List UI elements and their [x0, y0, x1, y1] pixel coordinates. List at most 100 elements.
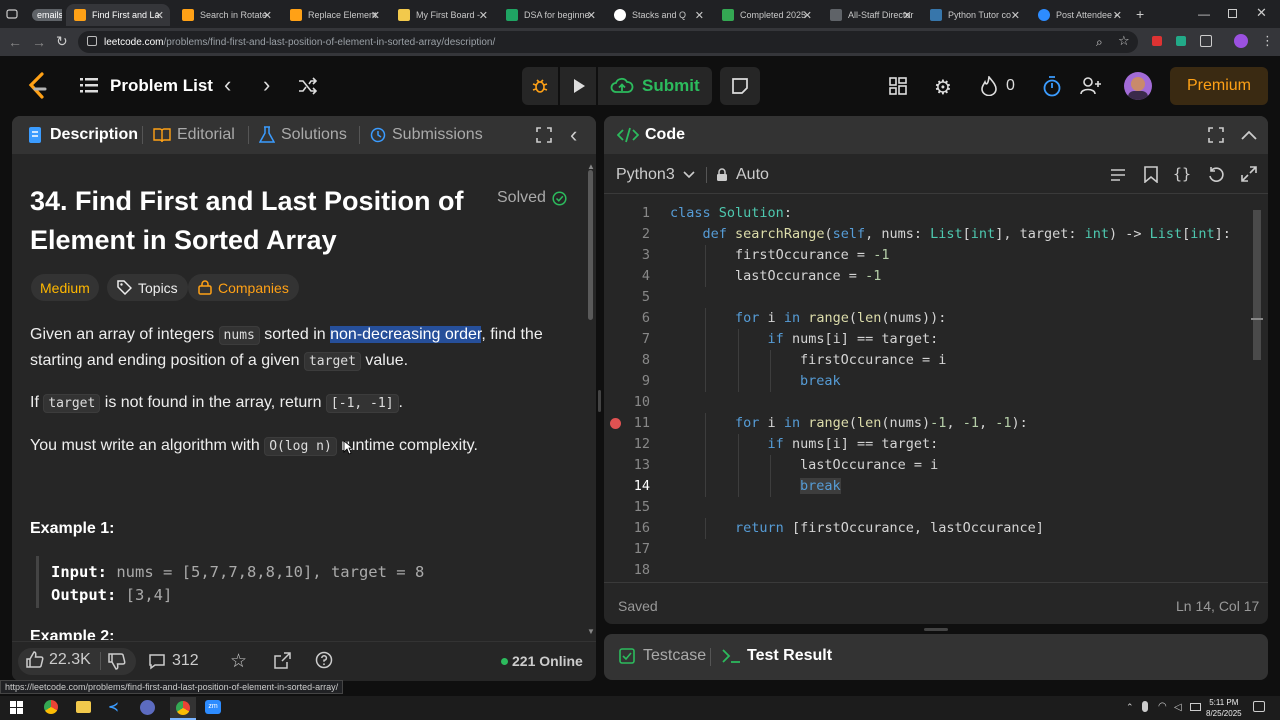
notes-button[interactable] [720, 67, 760, 105]
timer-icon[interactable] [1042, 75, 1062, 102]
language-select[interactable]: Python3 [616, 166, 695, 184]
code-line[interactable]: 10 [604, 392, 1252, 413]
tab-description[interactable]: Description [28, 126, 138, 144]
browser-tab[interactable]: Post Attendee - ✕ [1030, 4, 1128, 26]
battery-icon[interactable] [1190, 703, 1201, 711]
tab-search-icon[interactable] [4, 6, 20, 22]
volume-icon[interactable]: ◁ [1174, 702, 1182, 713]
code-collapse-icon[interactable] [1241, 128, 1257, 146]
reload-button[interactable]: ↻ [56, 33, 68, 50]
back-button[interactable]: ← [8, 34, 22, 50]
like-button[interactable]: 22.3K [26, 651, 91, 669]
tab-close-icon[interactable]: ✕ [479, 9, 488, 22]
code-line[interactable]: 5 [604, 287, 1252, 308]
extension-icon[interactable] [1176, 36, 1186, 46]
bookmark-icon[interactable] [1144, 166, 1158, 188]
companies-tag[interactable]: Companies [188, 274, 299, 301]
new-tab-button[interactable]: + [1136, 6, 1144, 22]
tab-editorial[interactable]: Editorial [153, 126, 235, 144]
tab-test-result[interactable]: Test Result [721, 647, 832, 665]
extension-icon[interactable] [1152, 36, 1162, 46]
share-icon[interactable] [274, 652, 291, 674]
code-tab[interactable]: Code [617, 126, 685, 144]
tab-close-icon[interactable]: ✕ [695, 9, 704, 22]
format-lines-icon[interactable] [1110, 167, 1126, 188]
expand-editor-icon[interactable] [1241, 166, 1257, 187]
extensions-puzzle-icon[interactable] [1200, 35, 1212, 47]
dislike-button[interactable] [108, 652, 126, 675]
tab-close-icon[interactable]: ✕ [155, 9, 164, 22]
wifi-icon[interactable]: ◠ [1158, 701, 1167, 712]
collapse-panel-icon[interactable]: ‹ [570, 122, 577, 148]
help-icon[interactable] [315, 651, 333, 674]
tab-close-icon[interactable]: ✕ [1113, 9, 1122, 22]
code-line[interactable]: 7 if nums[i] == target: [604, 329, 1252, 350]
browser-tab[interactable]: Search in Rotate ✕ [174, 4, 278, 26]
code-line[interactable]: 2 def searchRange(self, nums: List[int],… [604, 224, 1252, 245]
browser-tab[interactable]: Python Tutor co ✕ [922, 4, 1026, 26]
favorite-star-icon[interactable]: ☆ [230, 650, 247, 673]
braces-icon[interactable]: {} [1173, 165, 1191, 183]
browser-tab[interactable]: All-Staff Director ✕ [822, 4, 918, 26]
windows-start-icon[interactable] [10, 701, 23, 719]
shuffle-icon[interactable] [298, 77, 318, 100]
vertical-resize-handle[interactable] [598, 390, 601, 412]
chrome-active-taskbar-button[interactable] [170, 697, 196, 720]
profile-avatar-icon[interactable] [1234, 34, 1248, 48]
browser-tab-active[interactable]: Find First and La ✕ [66, 4, 170, 26]
code-line[interactable]: 1 class Solution: [604, 203, 1252, 224]
minimize-button[interactable]: — [1198, 7, 1210, 21]
code-editor[interactable]: 1 class Solution: 2 def searchRange(self, … [604, 203, 1252, 575]
address-bar[interactable]: leetcode.com/problems/find-first-and-las… [78, 31, 1138, 53]
editor-scrollbar[interactable] [1253, 210, 1261, 360]
browser-tab[interactable]: Stacks and Q ✕ [606, 4, 710, 26]
code-line[interactable]: 17 [604, 539, 1252, 560]
code-fullscreen-icon[interactable] [1208, 127, 1224, 148]
tray-expand-icon[interactable]: ⌃ [1126, 702, 1134, 713]
code-line[interactable]: 13 lastOccurance = i [604, 455, 1252, 476]
scroll-down-arrow[interactable]: ▼ [587, 627, 595, 636]
code-line[interactable]: 8 firstOccurance = i [604, 350, 1252, 371]
submit-button[interactable]: Submit [598, 67, 712, 105]
code-line[interactable]: 3 firstOccurance = -1 [604, 245, 1252, 266]
browser-tab[interactable]: Completed 2025 ✕ [714, 4, 818, 26]
browser-tab[interactable]: DSA for beginne ✕ [498, 4, 602, 26]
code-line[interactable]: 16 return [firstOccurance, lastOccurance… [604, 518, 1252, 539]
tab-close-icon[interactable]: ✕ [1011, 9, 1020, 22]
tab-testcase[interactable]: Testcase [619, 647, 706, 665]
code-line[interactable]: 9 break [604, 371, 1252, 392]
problem-list-link[interactable]: Problem List [110, 76, 213, 96]
code-line[interactable]: 18 [604, 560, 1252, 575]
user-avatar[interactable] [1124, 72, 1152, 100]
code-line[interactable]: 4 lastOccurance = -1 [604, 266, 1252, 287]
run-button[interactable] [560, 67, 596, 105]
vscode-icon[interactable]: ≺ [108, 699, 123, 714]
tab-solutions[interactable]: Solutions [259, 126, 347, 144]
code-line[interactable]: 15 [604, 497, 1252, 518]
notifications-icon[interactable] [1253, 701, 1265, 712]
add-collaborator-icon[interactable] [1080, 76, 1102, 101]
code-line[interactable]: 6 for i in range(len(nums)): [604, 308, 1252, 329]
browser-tab[interactable]: My First Board - ✕ [390, 4, 494, 26]
tab-close-icon[interactable]: ✕ [803, 9, 812, 22]
auto-mode-toggle[interactable]: Auto [716, 166, 769, 184]
tab-close-icon[interactable]: ✕ [587, 9, 596, 22]
site-info-icon[interactable] [87, 36, 97, 46]
browser-menu-icon[interactable]: ⋮ [1261, 33, 1274, 49]
premium-button[interactable]: Premium [1170, 67, 1268, 105]
code-line[interactable]: 14 break [604, 476, 1252, 497]
tab-close-icon[interactable]: ✕ [903, 9, 912, 22]
code-line[interactable]: 11 for i in range(len(nums)-1, -1, -1): [604, 413, 1252, 434]
zoom-icon[interactable]: ⌕ [1096, 35, 1103, 50]
chrome-profile-icon[interactable] [140, 700, 155, 715]
microphone-icon[interactable] [1142, 701, 1148, 712]
settings-gear-icon[interactable]: ⚙ [934, 75, 952, 100]
topics-tag[interactable]: Topics [107, 274, 188, 301]
code-line[interactable]: 12 if nums[i] == target: [604, 434, 1252, 455]
reset-code-icon[interactable] [1208, 166, 1225, 188]
next-problem-icon[interactable]: › [263, 72, 270, 98]
system-clock[interactable]: 5:11 PM 8/25/2025 [1206, 697, 1242, 719]
layout-icon[interactable] [889, 77, 907, 100]
tab-submissions[interactable]: Submissions [370, 126, 483, 144]
forward-button[interactable]: → [32, 34, 46, 50]
